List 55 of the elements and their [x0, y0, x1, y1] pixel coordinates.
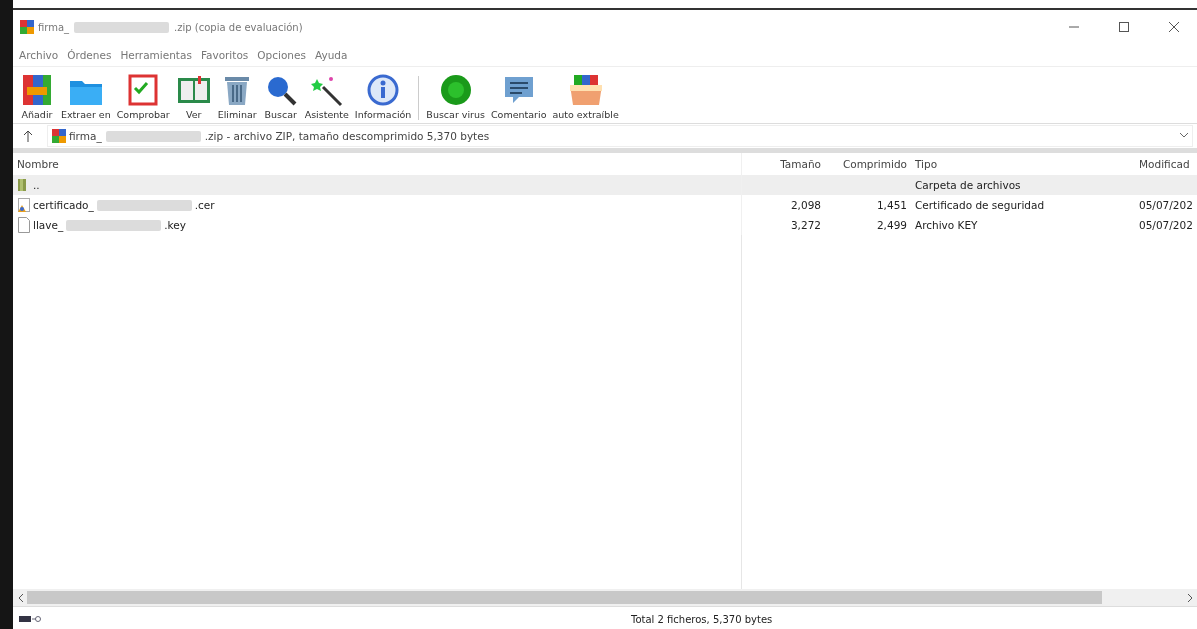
menu-item[interactable]: Ayuda	[314, 49, 348, 61]
file-icon	[17, 217, 31, 233]
file-row[interactable]: .. Carpeta de archivos	[13, 175, 1197, 195]
column-header[interactable]: Tipo	[911, 153, 1135, 175]
up-arrow-icon	[23, 130, 33, 142]
toolbar-button[interactable]: Ver	[173, 73, 214, 120]
size-cell: 2,098	[790, 199, 821, 211]
file-name: .key	[164, 219, 186, 231]
type-cell: Archivo KEY	[915, 219, 978, 231]
type-cell: Carpeta de archivos	[915, 179, 1021, 191]
date-cell: 05/07/202	[1139, 219, 1193, 231]
date-cell: 05/07/202	[1139, 199, 1193, 211]
toolbar-button[interactable]: Añadir	[17, 73, 57, 120]
box-icon	[567, 73, 604, 107]
archive-logo-icon	[20, 20, 34, 34]
file-name: .cer	[194, 199, 215, 211]
menu-item[interactable]: Herramientas	[120, 49, 192, 61]
menu-item[interactable]: Opciones	[257, 49, 306, 61]
maximize-icon	[1119, 22, 1129, 32]
toolbar-button[interactable]: Asistente	[302, 73, 351, 120]
type-cell: Certificado de seguridad	[915, 199, 1045, 211]
toolbar-button[interactable]: Extraer en	[59, 73, 113, 120]
file-row[interactable]: certificado_ .cer 2,098 1,451 Certificado de seguridad 05/07/202	[13, 195, 1197, 215]
toolbar-button[interactable]: Comentario	[488, 73, 549, 120]
packed-size-cell: 1,451	[876, 199, 907, 211]
toolbar-button[interactable]: Información	[352, 73, 414, 120]
scrollbar-thumb[interactable]	[27, 591, 1103, 604]
toolbar-button[interactable]: Buscar	[260, 73, 301, 120]
address-field[interactable]: firma_ .zip - archivo ZIP, tamaño descomprimido 5,370 bytes	[47, 125, 1193, 147]
file-name: llave_	[33, 219, 64, 231]
file-name: certificado_	[33, 199, 94, 211]
close-icon	[1169, 22, 1179, 32]
column-header[interactable]: Modificad	[1135, 153, 1197, 175]
toolbar-button[interactable]: Eliminar	[215, 73, 259, 120]
file-row[interactable]: llave_ .key 3,272 2,499 Archivo KEY 05/07/202	[13, 215, 1197, 235]
packed-size-cell: 2,499	[876, 219, 907, 231]
archive-logo-icon	[52, 129, 66, 143]
chevron-down-icon	[1180, 133, 1188, 139]
window-title: .zip (copia de evaluación)	[174, 21, 303, 33]
toolbar-button[interactable]: auto extraíble	[550, 73, 621, 120]
menu-item[interactable]: Archivo	[19, 49, 59, 61]
window-title: firma_	[38, 21, 70, 33]
size-cell: 3,272	[790, 219, 821, 231]
menu-item[interactable]: Favoritos	[200, 49, 249, 61]
chevron-left-icon	[17, 593, 23, 602]
toolbar-button[interactable]: Buscar virus	[424, 73, 487, 120]
toolbar-button[interactable]: Comprobar	[114, 73, 172, 120]
drive-key-icon	[19, 614, 41, 624]
certificate-icon	[17, 197, 31, 213]
file-name: ..	[33, 179, 40, 191]
column-header[interactable]: Nombre	[13, 153, 741, 175]
chevron-right-icon	[1187, 593, 1193, 602]
status-text: Total 2 ficheros, 5,370 bytes	[631, 613, 773, 625]
menu-item[interactable]: Órdenes	[67, 49, 112, 61]
column-header[interactable]: Comprimido	[825, 153, 911, 175]
